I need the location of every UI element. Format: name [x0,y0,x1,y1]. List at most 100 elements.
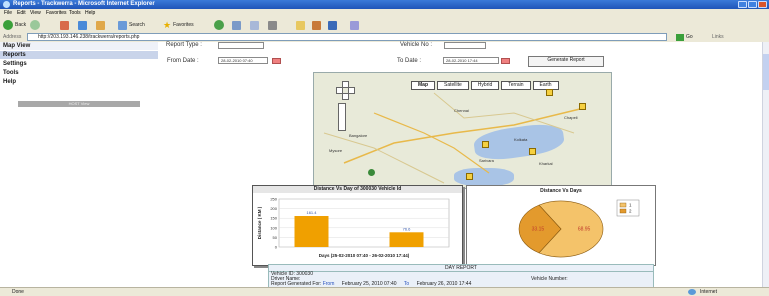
forward-button[interactable] [30,20,40,30]
vertical-scrollbar[interactable] [762,42,769,287]
sidebar-item-settings[interactable]: Settings [0,60,158,68]
y-axis-label: Distance ( KM ) [257,206,262,239]
map-marker[interactable] [546,89,553,96]
pan-down-icon[interactable] [342,93,349,100]
history-icon [232,20,241,30]
chart-title: Distance Vs Day of 300030 Vehicle Id [253,186,462,193]
vehicle-number: Vehicle Number: [531,276,568,282]
map-type-tabs: Map Satellite Hybrid Terrain Earth [411,81,561,90]
from-calendar-icon[interactable] [272,58,281,64]
status-text: Done [12,289,24,295]
sidebar-item-map-view[interactable]: Map View [0,42,158,50]
tab-satellite[interactable]: Satellite [437,81,469,90]
edit-button[interactable] [312,20,321,30]
links-button[interactable]: Links [712,34,724,40]
scrollbar-thumb[interactable] [763,54,769,90]
address-bar: Address http://203.193.146.238/trackwerr… [0,33,769,42]
forward-arrow-icon [30,20,40,30]
place-label: Sarivara [479,158,494,163]
report-title: DAY REPORT [269,265,653,272]
to-date-label: To Date : [397,58,422,64]
favorites-button[interactable]: ★ Favorites [163,20,194,30]
vehicle-no-label: Vehicle No : [400,42,433,48]
maximize-button[interactable] [748,1,757,8]
pie-chart-svg: 68.9533.1512 [518,199,640,258]
search-button[interactable]: Search [118,20,145,30]
map-marker[interactable] [482,141,489,148]
go-button[interactable]: Go [676,33,696,41]
refresh-icon [78,20,87,30]
internet-zone-icon [688,289,696,295]
back-arrow-icon [3,20,13,30]
bar [294,216,329,247]
star-icon: ★ [163,19,172,30]
pan-control[interactable] [336,81,355,100]
close-button[interactable] [758,1,767,8]
sidebar-item-help[interactable]: Help [0,78,158,86]
bar-data-label: 76.6 [403,226,412,231]
report-type-select[interactable] [218,42,264,49]
generate-report-button[interactable]: Generate Report [528,56,604,67]
title-bar: Reports - Trackwerra - Microsoft Interne… [0,0,769,9]
to-date-input[interactable]: 28-02-2010 17:44 [443,57,499,64]
pie-data-label: 33.15 [532,226,545,232]
mail-button[interactable] [250,20,259,30]
distance-pie-chart: Distance Vs Days 68.95 33.15 1 2 [466,185,656,266]
messenger-button[interactable] [328,20,337,30]
address-label: Address [3,34,22,40]
tab-map[interactable]: Map [411,81,435,90]
to-calendar-icon[interactable] [501,58,510,64]
folder-button[interactable] [296,20,305,30]
tab-hybrid[interactable]: Hybrid [470,81,500,90]
menu-file[interactable]: File [4,10,12,16]
sidebar-item-tools[interactable]: Tools [0,69,158,77]
menu-bar: File Edit View Favorites Tools Help [0,9,769,17]
address-input[interactable]: http://203.193.146.238/trackwerra/report… [27,33,667,41]
zoom-slider[interactable] [338,103,346,131]
minimize-button[interactable] [738,1,747,8]
print-button[interactable] [268,20,277,30]
ie-icon [3,1,10,8]
refresh-button[interactable] [78,20,87,30]
y-tick-label: 150 [270,216,277,221]
report-type-label: Report Type : [166,42,202,48]
map-marker[interactable] [466,173,473,180]
start-pin-icon[interactable] [368,169,375,176]
research-button[interactable] [350,20,359,30]
map-view[interactable]: Map Satellite Hybrid Terrain Earth Mysor… [313,72,612,189]
mail-icon [250,20,259,30]
messenger-icon [328,20,337,30]
vehicle-no-select[interactable] [444,42,486,49]
search-icon [118,20,127,30]
host-view-button[interactable]: HOST View [18,101,140,107]
history-button[interactable] [232,20,241,30]
home-icon [96,20,105,30]
home-button[interactable] [96,20,105,30]
menu-view[interactable]: View [30,10,41,16]
menu-help[interactable]: Help [85,10,95,16]
stop-button[interactable] [60,20,69,30]
map-marker[interactable] [529,148,536,155]
menu-tools[interactable]: Tools [69,10,81,16]
menu-edit[interactable]: Edit [17,10,26,16]
place-label: Bangalore [349,133,368,138]
sidebar-item-reports[interactable]: Reports [0,51,158,59]
zone-label: Internet [700,289,717,295]
tab-terrain[interactable]: Terrain [501,81,531,90]
window-title: Reports - Trackwerra - Microsoft Interne… [13,1,155,7]
map-marker[interactable] [579,103,586,110]
x-axis-label: Days (25-02-2010 07:40 - 26-02-2010 17:4… [319,253,410,258]
place-label: Chennai [454,108,469,113]
pie-data-label: 68.95 [578,227,591,233]
media-button[interactable] [214,20,224,30]
sidebar: Map View Reports Settings Tools Help HOS… [0,42,158,107]
back-button[interactable]: Back [3,20,26,30]
distance-bar-chart: Distance Vs Day of 300030 Vehicle Id 250… [252,185,463,266]
place-label: Chapeli [564,115,578,120]
bar-data-label: 161.4 [306,210,317,215]
menu-favorites[interactable]: Favorites [46,10,67,16]
go-arrow-icon [676,33,684,41]
pan-right-icon[interactable] [348,87,355,94]
y-tick-label: 0 [275,245,278,250]
from-date-input[interactable]: 28-02-2010 07:40 [218,57,268,64]
